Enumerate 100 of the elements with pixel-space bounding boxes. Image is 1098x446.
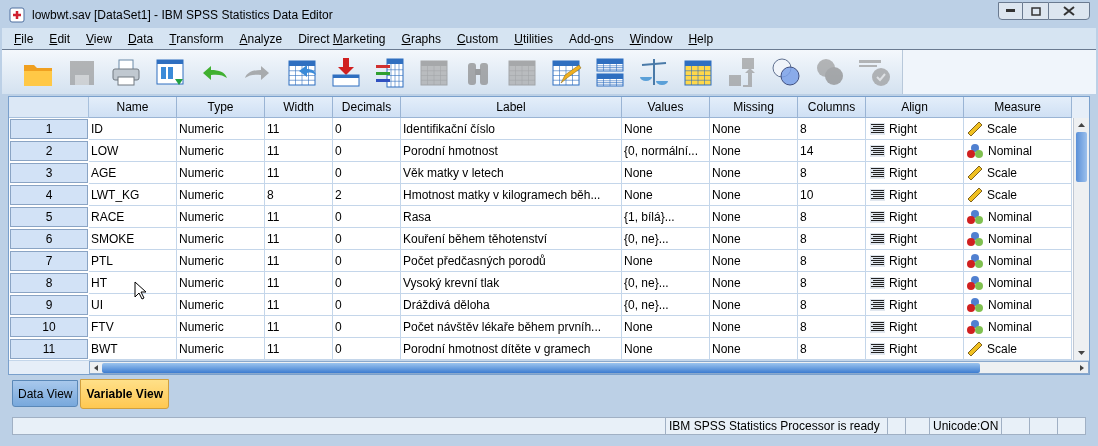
column-header[interactable]: Type	[177, 97, 265, 118]
close-button[interactable]	[1048, 2, 1090, 20]
table-cell: None	[710, 316, 798, 338]
balls-icon	[967, 142, 984, 159]
table-cell: LOW	[89, 140, 177, 162]
column-header[interactable]: Name	[89, 97, 177, 118]
menu-item[interactable]: View	[78, 29, 120, 48]
row-header[interactable]: 7	[10, 251, 88, 271]
table-cell: 0	[333, 118, 401, 140]
menu-item[interactable]: Analyze	[231, 29, 291, 48]
table-cell: Numeric	[177, 118, 265, 140]
maximize-button[interactable]	[1023, 2, 1048, 20]
table-cell: None	[710, 228, 798, 250]
horizontal-scrollbar[interactable]	[89, 361, 1089, 374]
column-header[interactable]: Decimals	[333, 97, 401, 118]
table-cell: 8	[798, 228, 866, 250]
row-header[interactable]: 5	[10, 207, 88, 227]
align-right-icon	[870, 276, 885, 289]
vertical-scrollbar[interactable]	[1073, 118, 1089, 360]
align-text: Right	[889, 230, 917, 248]
column-header[interactable]: Columns	[798, 97, 866, 118]
menu-item[interactable]: File	[6, 29, 42, 48]
table-cell: 10	[798, 184, 866, 206]
view-tab[interactable]: Data View	[12, 380, 79, 407]
row-header[interactable]: 11	[10, 339, 88, 359]
menu-item[interactable]: Add-ons	[560, 29, 622, 48]
split-table-icon	[593, 55, 627, 89]
row-header[interactable]: 9	[10, 295, 88, 315]
align-right-icon	[870, 210, 885, 223]
measure-text: Scale	[987, 164, 1018, 182]
align-text: Right	[889, 208, 917, 226]
measure-text: Nominal	[988, 208, 1032, 226]
menu-item[interactable]: Window	[621, 29, 681, 48]
table-cell: Kouření během těhotenství	[401, 228, 622, 250]
column-header[interactable]: Label	[401, 97, 622, 118]
table-cell: Porodní hmotnost dítěte v gramech	[401, 338, 622, 360]
row-header[interactable]: 10	[10, 317, 88, 337]
venn-icon	[769, 55, 803, 89]
table-cell: AGE	[89, 162, 177, 184]
table-cell: {1, bílá}...	[622, 206, 710, 228]
menu-item[interactable]: Data	[119, 29, 162, 48]
table-cell: 8	[265, 184, 333, 206]
table-cell: Věk matky v letech	[401, 162, 622, 184]
align-text: Right	[889, 274, 917, 292]
table-cell: FTV	[89, 316, 177, 338]
menu-item[interactable]: Edit	[41, 29, 79, 48]
align-text: Right	[889, 318, 917, 336]
table-cell: 11	[265, 206, 333, 228]
scroll-thumb[interactable]	[1076, 132, 1087, 182]
menu-item[interactable]: Custom	[448, 29, 507, 48]
column-header[interactable]: Values	[622, 97, 710, 118]
table-cell: 11	[265, 338, 333, 360]
table-cell: None	[622, 338, 710, 360]
view-tab[interactable]: Variable View	[80, 379, 169, 409]
table-cell: RACE	[89, 206, 177, 228]
row-header[interactable]: 3	[10, 163, 88, 183]
menu-item[interactable]: Direct Marketing	[290, 29, 394, 48]
table-cell: 11	[265, 140, 333, 162]
table-cell: None	[622, 250, 710, 272]
mouse-pointer-icon	[134, 281, 146, 300]
row-header[interactable]: 4	[10, 185, 88, 205]
table-cell: 0	[333, 140, 401, 162]
scroll-thumb[interactable]	[102, 362, 980, 373]
row-header[interactable]: 6	[10, 229, 88, 249]
row-header[interactable]: 2	[10, 141, 88, 161]
row-header[interactable]: 1	[10, 119, 88, 139]
menu-item[interactable]: Help	[680, 29, 722, 48]
table-cell: {0, normální...	[622, 140, 710, 162]
ruler-icon	[967, 164, 983, 181]
table-cell: Numeric	[177, 184, 265, 206]
balls-icon	[967, 274, 984, 291]
column-header[interactable]: Missing	[710, 97, 798, 118]
column-header[interactable]: Measure	[964, 97, 1072, 118]
variables-grid-icon	[373, 55, 407, 89]
table-cell: SMOKE	[89, 228, 177, 250]
table-cell: Dráždivá děloha	[401, 294, 622, 316]
table-cell: 0	[333, 250, 401, 272]
table-cell: None	[710, 294, 798, 316]
align-text: Right	[889, 120, 917, 138]
menu-item[interactable]: Graphs	[393, 29, 449, 48]
table-cell: None	[622, 162, 710, 184]
table-cell: 0	[333, 228, 401, 250]
row-header[interactable]: 8	[10, 273, 88, 293]
minimize-button[interactable]	[998, 2, 1023, 20]
table-cell: 8	[798, 206, 866, 228]
column-header[interactable]: Width	[265, 97, 333, 118]
table-cell: Numeric	[177, 272, 265, 294]
menu-item[interactable]: Utilities	[506, 29, 561, 48]
menu-item[interactable]: Transform	[161, 29, 232, 48]
table-cell: 11	[265, 294, 333, 316]
minimize-icon	[1006, 9, 1015, 13]
measure-text: Nominal	[988, 274, 1032, 292]
balls-icon	[967, 318, 984, 335]
column-header[interactable]: Align	[866, 97, 964, 118]
table-cell: None	[622, 184, 710, 206]
table-cell: None	[710, 184, 798, 206]
table-cell: None	[710, 140, 798, 162]
table-cell: 14	[798, 140, 866, 162]
table-cell: 8	[798, 316, 866, 338]
table-cell: 11	[265, 250, 333, 272]
